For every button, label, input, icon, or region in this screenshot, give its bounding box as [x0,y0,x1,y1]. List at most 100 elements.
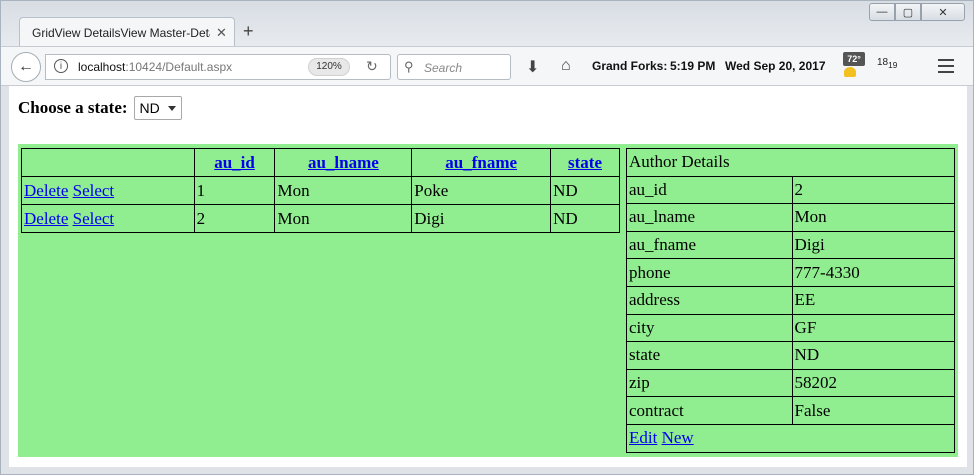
details-title: Author Details [626,148,955,177]
delete-link[interactable]: Delete [24,181,68,200]
page-content: Choose a state: ND au_id au_lname au_fna… [9,86,967,467]
grid-header-au-fname: au_fname [411,148,552,177]
details-row: zip 58202 [626,368,956,398]
details-commands: Edit New [626,423,955,453]
search-icon: ⚲ [404,59,414,74]
details-label: au_fname [626,230,793,260]
close-tab-icon[interactable]: ✕ [216,25,227,41]
url-path: :10424/Default.aspx [125,60,233,74]
grid-header-row: au_id au_lname au_fname state [21,148,620,177]
details-value: Digi [791,230,956,260]
browser-tab[interactable]: GridView DetailsView Master-Deta ✕ [19,17,235,47]
forecast-day-2: 19 [888,60,898,70]
dropdown-arrow-icon [167,106,176,111]
sort-state-link[interactable]: state [568,153,602,172]
details-label: au_lname [626,203,793,232]
details-header-row: Author Details [626,148,955,177]
sort-au-fname-link[interactable]: au_fname [445,153,517,172]
cell-au-id: 2 [193,204,276,233]
details-label: au_id [626,175,793,205]
details-row: au_fname Digi [626,230,956,260]
author-detailsview: Author Details au_id 2 au_lname Mon au_fna… [626,148,956,453]
cell-au-fname: Poke [411,176,552,205]
row-actions: Delete Select [21,204,195,233]
table-row: Delete Select 2 Mon Digi ND [21,204,620,233]
search-box[interactable]: ⚲ Search [397,54,511,80]
back-button[interactable]: ← [11,52,41,82]
navigation-toolbar: ← i localhost:10424/Default.aspx 120% ↻ … [1,46,973,86]
details-row: city GF [626,313,956,343]
forecast-day-1: 18 [877,57,889,68]
delete-link[interactable]: Delete [24,209,68,228]
reload-icon[interactable]: ↻ [366,58,378,75]
details-commands-row: Edit New [626,423,955,453]
details-label: phone [626,258,793,287]
edit-link[interactable]: Edit [629,428,657,447]
details-label: state [626,341,793,370]
table-row: Delete Select 1 Mon Poke ND [21,176,620,205]
row-actions: Delete Select [21,176,195,205]
details-value: EE [791,285,956,315]
sort-au-lname-link[interactable]: au_lname [308,153,379,172]
details-row: au_lname Mon [626,203,956,232]
sort-au-id-link[interactable]: au_id [214,153,255,172]
tab-title: GridView DetailsView Master-Deta [32,25,210,40]
minimize-button[interactable]: — [869,3,895,21]
details-row: state ND [626,341,956,370]
authors-gridview: au_id au_lname au_fname state Delete Sel… [21,148,620,233]
cell-state: ND [550,176,620,205]
weather-sun-icon [844,67,856,77]
details-value: Mon [791,203,956,232]
new-tab-icon[interactable]: + [243,22,254,40]
details-row: au_id 2 [626,175,956,205]
details-value: 2 [791,175,956,205]
download-icon[interactable]: ⬇ [526,57,539,77]
grid-header-state: state [550,148,620,177]
hamburger-menu-icon[interactable] [938,59,954,77]
search-placeholder: Search [424,61,463,75]
zoom-indicator[interactable]: 120% [308,58,350,76]
temperature-badge[interactable]: 72° [843,52,865,66]
maximize-button[interactable]: ▢ [895,3,921,21]
weather-date: Wed Sep 20, 2017 [725,59,826,73]
select-link[interactable]: Select [73,209,115,228]
url-text: localhost:10424/Default.aspx [78,60,232,74]
details-row: contract False [626,396,956,425]
new-link[interactable]: New [662,428,694,447]
details-value: GF [791,313,956,343]
back-arrow-icon: ← [18,58,34,75]
details-row: phone 777-4330 [626,258,956,287]
grid-header-au-id: au_id [193,148,276,177]
address-bar[interactable]: i localhost:10424/Default.aspx 120% ↻ [45,54,391,80]
details-label: zip [626,368,793,398]
grid-header-actions [21,148,195,177]
url-host: localhost [78,60,126,74]
details-label: contract [626,396,793,425]
close-window-button[interactable]: ✕ [921,3,965,21]
details-label: address [626,285,793,315]
state-dropdown[interactable]: ND [133,96,182,120]
cell-au-fname: Digi [411,204,552,233]
cell-au-id: 1 [193,176,276,205]
details-row: address EE [626,285,956,315]
grid-header-au-lname: au_lname [274,148,413,177]
weather-time: 5:19 PM [670,59,716,73]
details-label: city [626,313,793,343]
state-dropdown-value: ND [139,100,160,116]
tab-strip: GridView DetailsView Master-Deta ✕ + — ▢… [1,1,973,47]
site-info-icon[interactable]: i [54,59,68,73]
master-detail-panel: au_id au_lname au_fname state Delete Sel… [18,144,958,457]
select-link[interactable]: Select [73,181,115,200]
cell-au-lname: Mon [274,204,413,233]
details-value: 777-4330 [791,258,956,287]
weather-location: Grand Forks: [592,59,668,73]
state-chooser: Choose a state: ND [18,96,182,120]
details-value: 58202 [791,368,956,398]
cell-state: ND [550,204,620,233]
state-label: Choose a state: [18,98,128,117]
cell-au-lname: Mon [274,176,413,205]
browser-window: GridView DetailsView Master-Deta ✕ + — ▢… [0,0,974,475]
home-icon[interactable]: ⌂ [561,57,571,75]
forecast-days[interactable]: 1819 [877,57,897,70]
details-value: ND [791,341,956,370]
